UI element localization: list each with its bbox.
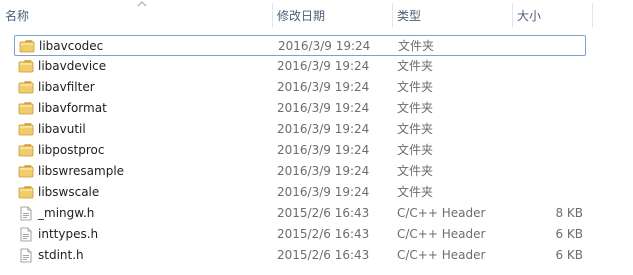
folder-icon-cell — [18, 182, 36, 203]
item-modified-date: 2016/3/9 19:24 — [277, 164, 370, 178]
item-size: 8 KB — [555, 206, 583, 220]
item-size — [514, 98, 583, 119]
item-modified-date: 2016/3/9 19:24 — [277, 59, 370, 73]
item-name: inttypes.h — [38, 227, 99, 241]
folder-icon — [18, 123, 34, 136]
folder-icon — [18, 186, 34, 199]
item-name: libswscale — [38, 185, 100, 199]
item-type: 文件夹 — [397, 80, 434, 94]
folder-icon-cell — [18, 161, 36, 182]
file-row[interactable]: _mingw.h 2015/2/6 16:43 C/C++ Header 8 KB — [14, 203, 586, 224]
item-name: _mingw.h — [38, 206, 95, 220]
item-size — [514, 140, 583, 161]
folder-row[interactable]: libavcodec 2016/3/9 19:24 文件夹 — [14, 35, 586, 56]
folder-icon-cell — [18, 119, 36, 140]
folder-row[interactable]: libavformat 2016/3/9 19:24 文件夹 — [14, 98, 586, 119]
column-divider[interactable] — [592, 3, 593, 27]
item-type: 文件夹 — [397, 59, 434, 73]
file-icon-cell — [18, 245, 36, 266]
item-name: libavcodec — [39, 39, 104, 53]
folder-icon-cell — [18, 140, 36, 161]
item-type: 文件夹 — [397, 164, 434, 178]
folder-icon-cell — [18, 98, 36, 119]
item-size — [515, 36, 584, 57]
item-type: 文件夹 — [397, 185, 434, 199]
folder-icon-cell — [18, 77, 36, 98]
header-file-icon — [20, 248, 32, 263]
file-row[interactable]: inttypes.h 2015/2/6 16:43 C/C++ Header 6 KB — [14, 224, 586, 245]
item-name: stdint.h — [38, 248, 84, 262]
column-header-date[interactable]: 修改日期 — [272, 0, 392, 30]
item-size — [514, 77, 583, 98]
item-modified-date: 2016/3/9 19:24 — [278, 39, 371, 53]
item-name: libavdevice — [38, 59, 107, 73]
item-name: libavformat — [38, 101, 107, 115]
item-name: libavfilter — [38, 80, 95, 94]
item-modified-date: 2015/2/6 16:43 — [277, 227, 370, 241]
item-modified-date: 2015/2/6 16:43 — [277, 248, 370, 262]
item-modified-date: 2016/3/9 19:24 — [277, 143, 370, 157]
item-type: 文件夹 — [397, 122, 434, 136]
folder-icon-cell — [19, 36, 37, 57]
item-name: libavutil — [38, 122, 86, 136]
item-type: 文件夹 — [397, 101, 434, 115]
header-file-icon — [20, 206, 32, 221]
item-type: C/C++ Header — [397, 206, 486, 220]
column-header-name[interactable]: 名称 — [0, 0, 272, 30]
header-file-icon — [20, 227, 32, 242]
item-type: C/C++ Header — [397, 227, 486, 241]
folder-row[interactable]: libavutil 2016/3/9 19:24 文件夹 — [14, 119, 586, 140]
file-icon-cell — [18, 224, 36, 245]
item-name: libswresample — [38, 164, 125, 178]
column-header-size[interactable]: 大小 — [512, 0, 592, 30]
file-icon-cell — [18, 203, 36, 224]
folder-row[interactable]: libswresample 2016/3/9 19:24 文件夹 — [14, 161, 586, 182]
item-size — [514, 161, 583, 182]
item-modified-date: 2016/3/9 19:24 — [277, 122, 370, 136]
folder-row[interactable]: libswscale 2016/3/9 19:24 文件夹 — [14, 182, 586, 203]
item-modified-date: 2016/3/9 19:24 — [277, 101, 370, 115]
folder-icon — [18, 165, 34, 178]
item-type: C/C++ Header — [397, 248, 486, 262]
item-size: 6 KB — [555, 227, 583, 241]
folder-row[interactable]: libpostproc 2016/3/9 19:24 文件夹 — [14, 140, 586, 161]
folder-row[interactable]: libavfilter 2016/3/9 19:24 文件夹 — [14, 77, 586, 98]
item-size — [514, 119, 583, 140]
column-header-bar: 名称 修改日期 类型 大小 — [0, 0, 633, 30]
item-size: 6 KB — [555, 248, 583, 262]
item-type: 文件夹 — [398, 39, 435, 53]
folder-icon — [18, 144, 34, 157]
item-size — [514, 56, 583, 77]
folder-icon — [18, 60, 34, 73]
folder-row[interactable]: libavdevice 2016/3/9 19:24 文件夹 — [14, 56, 586, 77]
folder-icon — [19, 40, 35, 53]
folder-icon — [18, 102, 34, 115]
column-header-type[interactable]: 类型 — [392, 0, 512, 30]
item-type: 文件夹 — [397, 143, 434, 157]
item-name: libpostproc — [38, 143, 105, 157]
folder-icon-cell — [18, 56, 36, 77]
item-modified-date: 2015/2/6 16:43 — [277, 206, 370, 220]
item-modified-date: 2016/3/9 19:24 — [277, 80, 370, 94]
file-row[interactable]: stdint.h 2015/2/6 16:43 C/C++ Header 6 KB — [14, 245, 586, 266]
item-size — [514, 182, 583, 203]
folder-icon — [18, 81, 34, 94]
item-modified-date: 2016/3/9 19:24 — [277, 185, 370, 199]
